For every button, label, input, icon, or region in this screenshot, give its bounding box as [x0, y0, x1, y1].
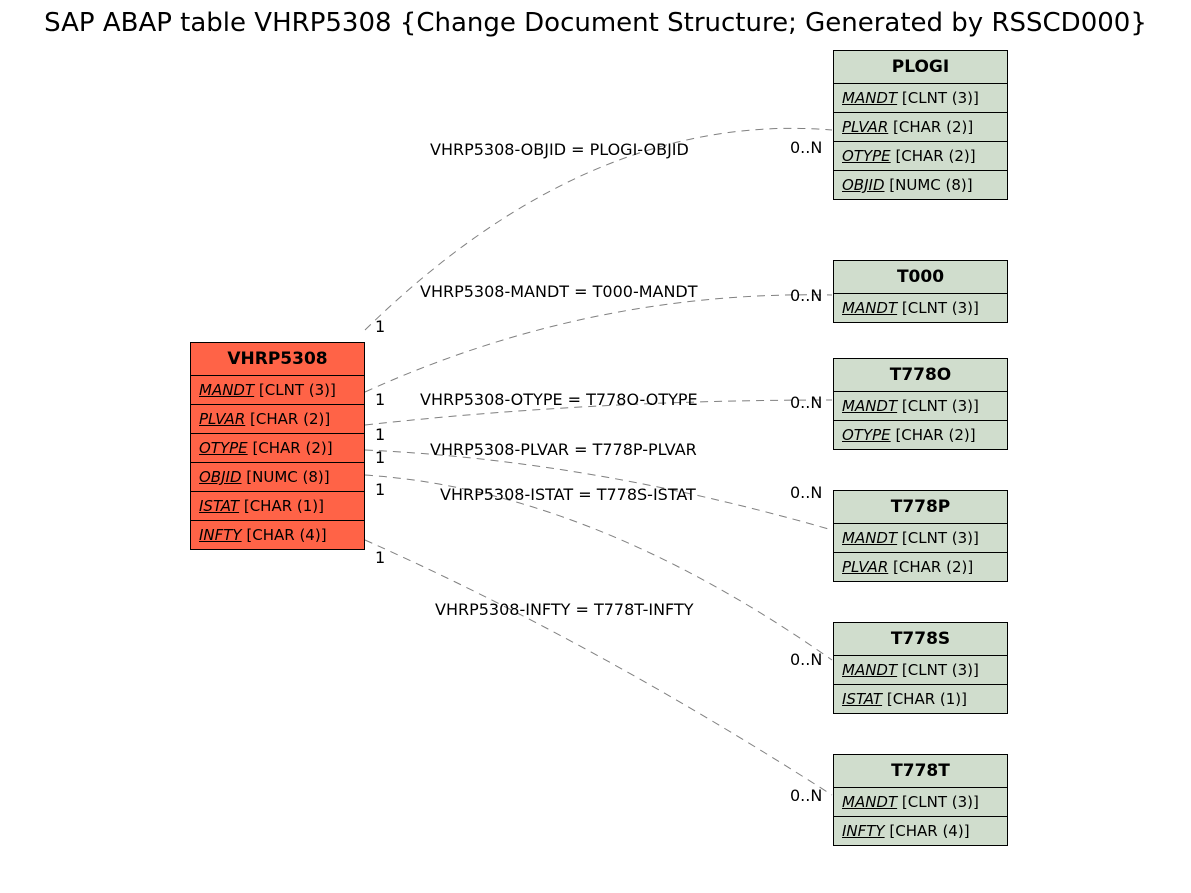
entity-field: MANDT [CLNT (3)]	[834, 294, 1007, 322]
cardinality-left: 1	[375, 480, 385, 499]
entity-field: ISTAT [CHAR (1)]	[191, 492, 364, 521]
entity-t000: T000 MANDT [CLNT (3)]	[833, 260, 1008, 323]
cardinality-left: 1	[375, 548, 385, 567]
entity-main: VHRP5308 MANDT [CLNT (3)] PLVAR [CHAR (2…	[190, 342, 365, 550]
entity-field: PLVAR [CHAR (2)]	[834, 553, 1007, 581]
edge-label: VHRP5308-MANDT = T000-MANDT	[420, 282, 698, 301]
entity-field: OTYPE [CHAR (2)]	[191, 434, 364, 463]
entity-field: INFTY [CHAR (4)]	[191, 521, 364, 549]
cardinality-left: 1	[375, 390, 385, 409]
entity-field: MANDT [CLNT (3)]	[191, 376, 364, 405]
entity-t778t: T778T MANDT [CLNT (3)] INFTY [CHAR (4)]	[833, 754, 1008, 846]
entity-field: INFTY [CHAR (4)]	[834, 817, 1007, 845]
entity-field: MANDT [CLNT (3)]	[834, 788, 1007, 817]
entity-field: PLVAR [CHAR (2)]	[191, 405, 364, 434]
cardinality-right: 0..N	[790, 393, 822, 412]
edge-label: VHRP5308-OBJID = PLOGI-OBJID	[430, 140, 689, 159]
entity-field: MANDT [CLNT (3)]	[834, 392, 1007, 421]
entity-title: VHRP5308	[191, 343, 364, 376]
entity-title: T778O	[834, 359, 1007, 392]
edge-label: VHRP5308-PLVAR = T778P-PLVAR	[430, 440, 697, 459]
entity-field: MANDT [CLNT (3)]	[834, 84, 1007, 113]
edge-label: VHRP5308-INFTY = T778T-INFTY	[435, 600, 694, 619]
edge-label: VHRP5308-ISTAT = T778S-ISTAT	[440, 485, 696, 504]
cardinality-left: 1	[375, 425, 385, 444]
cardinality-right: 0..N	[790, 786, 822, 805]
entity-field: OTYPE [CHAR (2)]	[834, 421, 1007, 449]
entity-field: OTYPE [CHAR (2)]	[834, 142, 1007, 171]
entity-title: T778S	[834, 623, 1007, 656]
cardinality-left: 1	[375, 448, 385, 467]
entity-t778p: T778P MANDT [CLNT (3)] PLVAR [CHAR (2)]	[833, 490, 1008, 582]
entity-title: T000	[834, 261, 1007, 294]
page-title: SAP ABAP table VHRP5308 {Change Document…	[0, 8, 1191, 38]
entity-field: OBJID [NUMC (8)]	[834, 171, 1007, 199]
entity-title: T778P	[834, 491, 1007, 524]
entity-field: OBJID [NUMC (8)]	[191, 463, 364, 492]
entity-field: MANDT [CLNT (3)]	[834, 656, 1007, 685]
edge-label: VHRP5308-OTYPE = T778O-OTYPE	[420, 390, 698, 409]
entity-t778s: T778S MANDT [CLNT (3)] ISTAT [CHAR (1)]	[833, 622, 1008, 714]
entity-title: PLOGI	[834, 51, 1007, 84]
entity-field: MANDT [CLNT (3)]	[834, 524, 1007, 553]
cardinality-right: 0..N	[790, 483, 822, 502]
cardinality-left: 1	[375, 317, 385, 336]
entity-plogi: PLOGI MANDT [CLNT (3)] PLVAR [CHAR (2)] …	[833, 50, 1008, 200]
entity-title: T778T	[834, 755, 1007, 788]
entity-field: PLVAR [CHAR (2)]	[834, 113, 1007, 142]
cardinality-right: 0..N	[790, 138, 822, 157]
entity-t778o: T778O MANDT [CLNT (3)] OTYPE [CHAR (2)]	[833, 358, 1008, 450]
cardinality-right: 0..N	[790, 650, 822, 669]
cardinality-right: 0..N	[790, 286, 822, 305]
entity-field: ISTAT [CHAR (1)]	[834, 685, 1007, 713]
